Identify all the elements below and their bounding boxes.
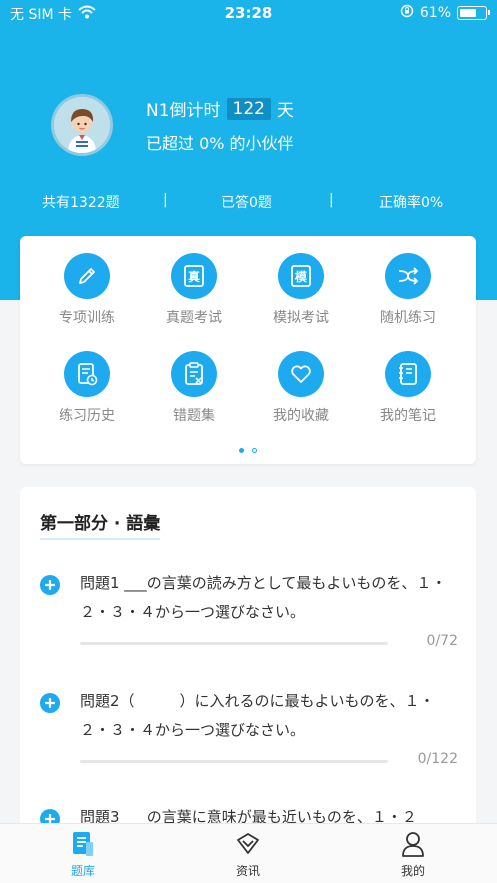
exam-countdown: N1倒计时 122 天 <box>146 96 294 121</box>
rotation-lock-icon <box>400 4 414 22</box>
tab-label: 资讯 <box>235 864 260 878</box>
feature-label: 我的收藏 <box>273 408 329 424</box>
question-progress-bar <box>80 760 388 763</box>
mock-exam-icon: 模 <box>278 253 324 299</box>
question-group[interactable]: 問題2（ ）に入れるのに最もよいものを、１・２・３・４から一つ選びなさい。 0/… <box>20 687 476 797</box>
stats-divider: | <box>329 192 334 208</box>
feature-label: 专项训练 <box>59 310 115 326</box>
history-icon <box>64 351 110 397</box>
answered-count: 已答0题 <box>221 195 272 211</box>
feature-label: 随机练习 <box>380 310 436 326</box>
feature-mock-exam[interactable]: 模 模拟考试 <box>251 253 351 333</box>
feature-practice-history[interactable]: 练习历史 <box>37 351 137 431</box>
feature-real-exam[interactable]: 真 真题考试 <box>144 253 244 333</box>
question-bank-icon <box>43 830 123 858</box>
section-title: 第一部分 · 語彙 <box>40 509 161 540</box>
profile-icon <box>373 830 453 858</box>
question-progress-count: 0/72 <box>426 633 458 649</box>
status-bar: 无 SIM 卡 23:28 61% <box>0 0 497 26</box>
feature-label: 错题集 <box>173 408 215 424</box>
tab-label: 我的 <box>400 864 425 878</box>
stats-row: 共有1322题 | 已答0题 | 正确率0% <box>0 192 497 216</box>
real-exam-glyph: 真 <box>188 269 200 284</box>
surpass-text: 已超过 0% 的小伙伴 <box>146 134 294 153</box>
feature-special-training[interactable]: 专项训练 <box>37 253 137 333</box>
page-indicator <box>20 448 476 453</box>
question-group[interactable]: 問題1 ___の言葉の読み方として最もよいものを、１・２・３・４から一つ選びなさ… <box>20 569 476 679</box>
expand-plus-icon[interactable] <box>40 693 60 713</box>
feature-label: 真题考试 <box>166 310 222 326</box>
feature-my-notes[interactable]: 我的笔记 <box>358 351 458 431</box>
stats-divider: | <box>163 192 168 208</box>
feature-label: 我的笔记 <box>380 408 436 424</box>
notebook-icon <box>385 351 431 397</box>
pencil-icon <box>64 253 110 299</box>
countdown-days: 122 <box>226 97 271 120</box>
feature-my-favorites[interactable]: 我的收藏 <box>251 351 351 431</box>
accuracy-rate: 正确率0% <box>379 195 444 211</box>
total-questions: 共有1322题 <box>42 195 120 211</box>
tab-label: 题库 <box>70 864 95 878</box>
countdown-prefix: N1倒计时 <box>146 101 221 121</box>
tab-question-bank[interactable]: 题库 <box>43 830 123 879</box>
countdown-suffix: 天 <box>277 101 294 121</box>
avatar[interactable] <box>51 94 113 156</box>
feature-label: 模拟考试 <box>273 310 329 326</box>
feature-grid: 专项训练 真 真题考试 模 模拟考试 随机练习 练习历史 错题集 我的收藏 我的… <box>20 236 476 464</box>
news-icon <box>208 830 288 858</box>
question-progress-bar <box>80 642 388 645</box>
shuffle-icon <box>385 253 431 299</box>
battery-percent: 61% <box>419 5 451 21</box>
heart-icon <box>278 351 324 397</box>
battery-icon <box>457 6 490 20</box>
question-title: 問題2（ ）に入れるのに最もよいものを、１・２・３・４から一つ選びなさい。 <box>80 692 435 739</box>
question-title: 問題1 ___の言葉の読み方として最もよいものを、１・２・３・４から一つ選びなさ… <box>80 574 447 621</box>
real-exam-icon: 真 <box>171 253 217 299</box>
feature-random-practice[interactable]: 随机练习 <box>358 253 458 333</box>
question-progress-count: 0/122 <box>417 751 458 767</box>
feature-label: 练习历史 <box>59 408 115 424</box>
tab-news[interactable]: 资讯 <box>208 830 288 879</box>
wrong-questions-icon <box>171 351 217 397</box>
page-dot-active <box>239 448 244 453</box>
expand-plus-icon[interactable] <box>40 575 60 595</box>
page-dot <box>252 448 257 453</box>
tab-bar: 题库 资讯 我的 <box>0 823 497 883</box>
tab-profile[interactable]: 我的 <box>373 830 453 879</box>
mock-exam-glyph: 模 <box>295 269 308 284</box>
feature-wrong-questions[interactable]: 错题集 <box>144 351 244 431</box>
